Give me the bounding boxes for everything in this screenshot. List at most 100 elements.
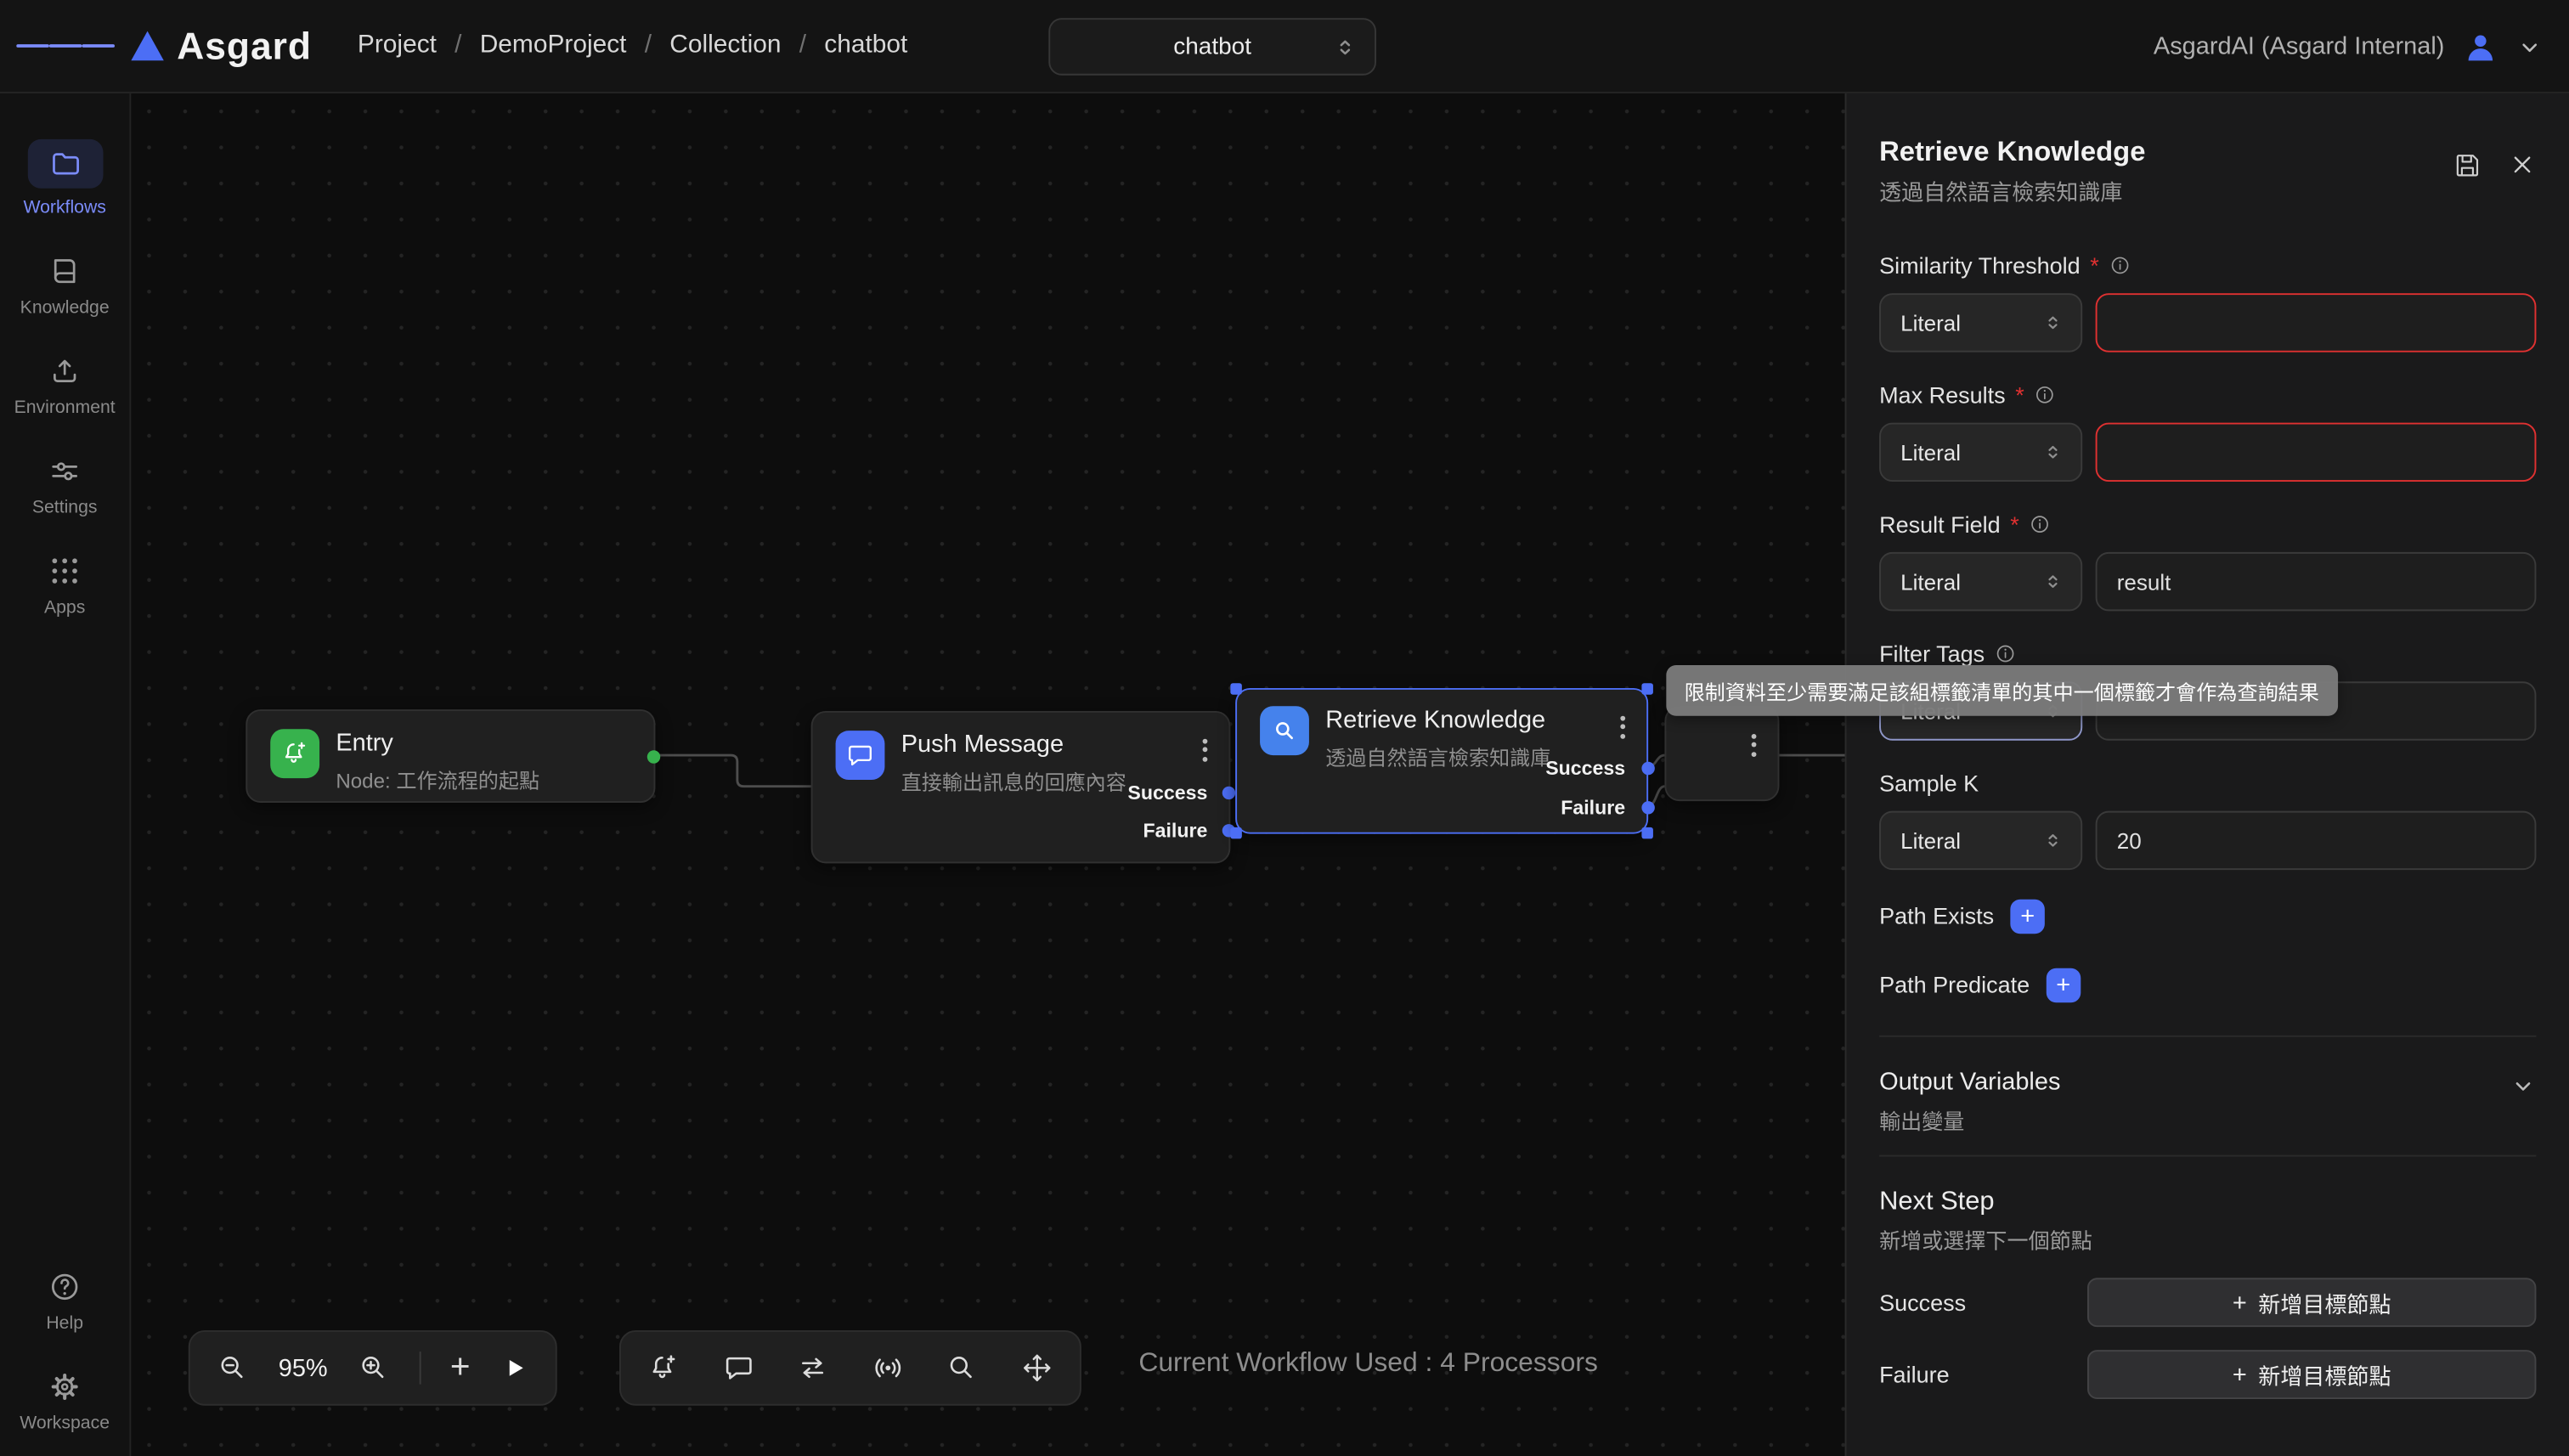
breadcrumb-demo-project[interactable]: DemoProject: [480, 31, 627, 61]
filter-tags-tooltip: 限制資料至少需要滿足該組標籤清單的其中一個標籤才會作為查詢結果: [1666, 665, 2337, 716]
sample-k-input[interactable]: [2096, 811, 2537, 870]
sidebar-item-help[interactable]: Help: [46, 1270, 83, 1334]
panel-title: Retrieve Knowledge: [1879, 134, 2145, 170]
output-port-success[interactable]: [1222, 787, 1235, 799]
max-results-input[interactable]: [2096, 423, 2537, 482]
account-chevron-down-icon[interactable]: [2516, 34, 2543, 60]
mode-select[interactable]: Literal: [1879, 552, 2082, 611]
header-account-area: AsgardAI (Asgard Internal): [2154, 0, 2543, 93]
output-label-failure: Failure: [1143, 819, 1207, 842]
breadcrumb-separator: /: [645, 31, 652, 61]
sidebar-item-environment[interactable]: Environment: [14, 354, 116, 418]
selection-handle[interactable]: [1641, 827, 1653, 839]
book-icon: [48, 254, 82, 288]
node-title: Entry: [336, 729, 539, 757]
node-menu-button[interactable]: [1196, 732, 1214, 768]
search-icon[interactable]: [946, 1352, 980, 1385]
header: Asgard Project / DemoProject / Collectio…: [0, 0, 2569, 93]
similarity-threshold-input[interactable]: [2096, 293, 2537, 352]
add-path-predicate-button[interactable]: +: [2046, 968, 2081, 1002]
node-subtitle: Node: 工作流程的起點: [336, 764, 539, 795]
workflow-select[interactable]: chatbot: [1048, 18, 1376, 75]
breadcrumb-separator: /: [455, 31, 461, 61]
menu-button[interactable]: [0, 40, 131, 52]
node-menu-button[interactable]: [1745, 727, 1763, 763]
sidebar-item-settings[interactable]: Settings: [32, 454, 98, 517]
add-target-node-failure-button[interactable]: + 新增目標節點: [2087, 1350, 2536, 1399]
grid-dots-icon: [48, 554, 82, 588]
gear-icon: [48, 1369, 82, 1404]
output-port[interactable]: [647, 750, 660, 763]
result-field-input[interactable]: [2096, 552, 2537, 611]
mode-select[interactable]: Literal: [1879, 293, 2082, 352]
field-sample-k: Sample K Literal: [1879, 768, 2536, 870]
chat-bubble-icon[interactable]: [722, 1352, 755, 1385]
next-step-section: Next Step 新增或選擇下一個節點: [1879, 1186, 2536, 1255]
output-port-failure[interactable]: [1641, 801, 1654, 814]
close-icon[interactable]: [2509, 150, 2537, 207]
chat-bubble-icon: [836, 731, 885, 780]
workflow-usage-status: Current Workflow Used : 4 Processors: [1138, 1348, 1598, 1380]
logo-triangle-icon: [131, 31, 164, 61]
chevron-down-icon[interactable]: [2510, 1073, 2537, 1099]
node-push-message[interactable]: Push Message 直接輸出訊息的回應內容 Success Failure: [811, 711, 1231, 863]
sidebar-item-apps[interactable]: Apps: [44, 554, 85, 618]
search-icon: [1260, 706, 1309, 755]
next-step-failure-row: Failure + 新增目標節點: [1879, 1350, 2536, 1399]
add-button[interactable]: +: [450, 1352, 471, 1385]
sidebar: Workflows Knowledge Environment Settings…: [0, 93, 131, 1456]
move-icon[interactable]: [1020, 1352, 1053, 1385]
bell-plus-icon[interactable]: [647, 1352, 680, 1385]
selection-handle[interactable]: [1230, 827, 1242, 839]
node-properties-panel: Retrieve Knowledge 透過自然語言檢索知識庫 Similarit…: [1845, 93, 2569, 1456]
node-partial[interactable]: [1664, 706, 1779, 801]
breadcrumb-separator: /: [799, 31, 806, 61]
node-palette-toolbar: [619, 1330, 1081, 1406]
info-icon[interactable]: [1995, 642, 2018, 665]
mode-select[interactable]: Literal: [1879, 423, 2082, 482]
field-similarity-threshold: Similarity Threshold * Literal: [1879, 251, 2536, 353]
save-icon[interactable]: [2453, 150, 2482, 207]
zoom-out-button[interactable]: [217, 1352, 250, 1385]
plus-icon: +: [2233, 1363, 2247, 1387]
upload-icon: [48, 354, 82, 388]
breadcrumb-project[interactable]: Project: [358, 31, 437, 61]
user-avatar-icon[interactable]: [2461, 27, 2500, 66]
node-menu-button[interactable]: [1614, 709, 1632, 745]
node-subtitle: 透過自然語言檢索知識庫: [1325, 741, 1550, 772]
output-port-success[interactable]: [1641, 762, 1654, 775]
zoom-level: 95%: [279, 1354, 328, 1382]
sidebar-item-workspace[interactable]: Workspace: [20, 1369, 110, 1433]
field-result-field: Result Field * Literal: [1879, 510, 2536, 612]
output-variables-subtitle: 輸出變量: [1879, 1108, 2060, 1136]
info-icon[interactable]: [2029, 513, 2052, 536]
output-variables-title: Output Variables: [1879, 1066, 2060, 1099]
node-subtitle: 直接輸出訊息的回應內容: [901, 765, 1126, 797]
add-path-exists-button[interactable]: +: [2010, 899, 2045, 934]
add-target-node-success-button[interactable]: + 新增目標節點: [2087, 1278, 2536, 1327]
selection-handle[interactable]: [1230, 683, 1242, 695]
next-step-success-row: Success + 新增目標節點: [1879, 1278, 2536, 1327]
sidebar-item-workflows[interactable]: Workflows: [23, 139, 105, 218]
node-title: Retrieve Knowledge: [1325, 706, 1550, 734]
broadcast-icon[interactable]: [872, 1352, 905, 1385]
selection-handle[interactable]: [1641, 683, 1653, 695]
sidebar-item-knowledge[interactable]: Knowledge: [20, 254, 110, 318]
node-entry[interactable]: Entry Node: 工作流程的起點: [246, 709, 655, 803]
mode-select[interactable]: Literal: [1879, 811, 2082, 870]
info-icon[interactable]: [2109, 254, 2131, 277]
output-label-failure: Failure: [1561, 796, 1625, 819]
help-icon: [48, 1270, 82, 1305]
plus-icon: +: [2233, 1290, 2247, 1315]
breadcrumb-chatbot[interactable]: chatbot: [824, 31, 907, 61]
output-variables-section[interactable]: Output Variables 輸出變量: [1879, 1066, 2536, 1135]
run-button[interactable]: [500, 1353, 529, 1383]
zoom-in-button[interactable]: [357, 1352, 390, 1385]
node-retrieve-knowledge[interactable]: Retrieve Knowledge 透過自然語言檢索知識庫 Success F…: [1235, 688, 1648, 834]
logo[interactable]: Asgard: [131, 24, 312, 68]
info-icon[interactable]: [2034, 383, 2057, 406]
swap-arrows-icon[interactable]: [797, 1352, 830, 1385]
breadcrumb-collection[interactable]: Collection: [669, 31, 781, 61]
sliders-icon: [48, 454, 82, 488]
next-step-title: Next Step: [1879, 1186, 2092, 1219]
